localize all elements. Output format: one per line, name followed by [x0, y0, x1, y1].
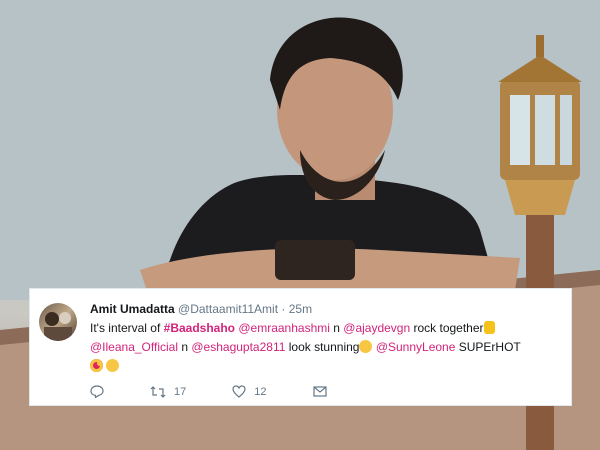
mention-link[interactable]: @eshagupta2811 — [191, 340, 285, 354]
text-segment: look stunning — [285, 340, 360, 354]
tweet-card: Amit Umadatta @Dattaamit11Amit · 25m It'… — [29, 288, 572, 406]
text-segment: n — [329, 321, 344, 335]
tweet-actions: 17 12 — [90, 385, 373, 398]
tweet-time[interactable]: 25m — [289, 302, 312, 316]
author-name[interactable]: Amit Umadatta — [90, 302, 175, 316]
text-segment: SUPErHOT — [455, 340, 521, 354]
separator: · — [281, 302, 286, 316]
like-count: 12 — [254, 385, 267, 398]
heart-eyes-icon — [90, 359, 103, 372]
like-button[interactable]: 12 — [232, 385, 267, 398]
text-segment: n — [178, 340, 192, 354]
retweet-icon — [150, 385, 166, 398]
reply-button[interactable] — [90, 385, 104, 398]
tweet-text: It's interval of #Baadshaho @emraanhashm… — [90, 319, 560, 376]
mention-link[interactable]: @emraanhashmi — [238, 321, 330, 335]
text-segment: rock together — [410, 321, 484, 335]
mention-link[interactable]: @ajaydevgn — [343, 321, 410, 335]
retweet-button[interactable]: 17 — [150, 385, 186, 398]
message-icon — [312, 386, 327, 397]
retweet-count: 17 — [174, 385, 187, 398]
text-segment: It's interval of — [90, 321, 164, 335]
kiss-face-icon — [359, 340, 373, 353]
kiss-face-icon — [106, 359, 120, 372]
tweet-header: Amit Umadatta @Dattaamit11Amit · 25m — [90, 302, 312, 316]
mention-link[interactable]: @SunnyLeone — [376, 340, 456, 354]
author-handle[interactable]: @Dattaamit11Amit — [178, 302, 278, 316]
mention-link[interactable]: @Ileana_Official — [90, 340, 178, 354]
reply-icon — [90, 385, 104, 398]
heart-icon — [232, 385, 246, 398]
avatar[interactable] — [39, 303, 77, 341]
hashtag-link[interactable]: #Baadshaho — [164, 321, 235, 335]
thumbs-up-icon — [483, 321, 495, 334]
direct-message-button[interactable] — [312, 385, 327, 398]
